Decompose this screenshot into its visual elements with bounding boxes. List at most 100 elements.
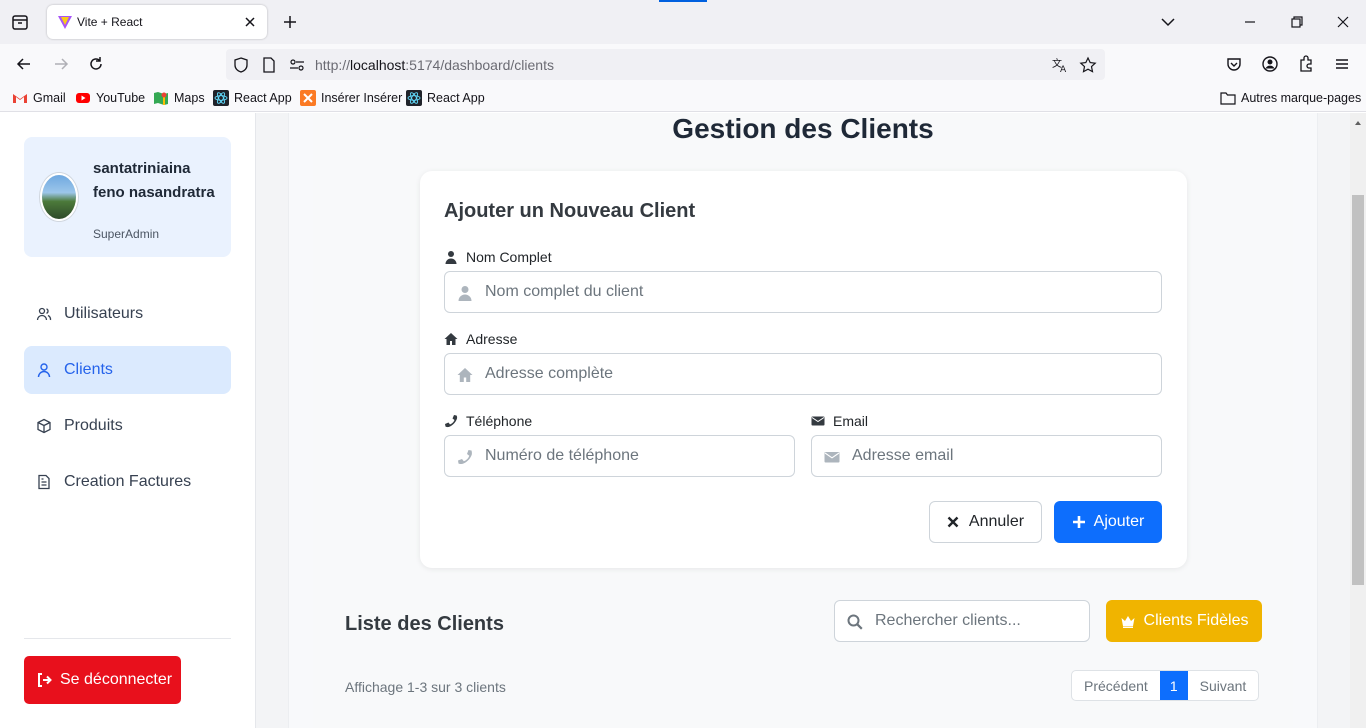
sidebar-item-clients[interactable]: Clients: [24, 346, 231, 394]
bookmark-star-icon[interactable]: [1079, 56, 1097, 74]
page-title: Gestion des Clients: [672, 113, 934, 144]
close-window-icon[interactable]: [1333, 12, 1353, 32]
close-tab-icon[interactable]: [241, 13, 259, 31]
react-icon: [213, 90, 229, 106]
package-icon: [37, 418, 51, 434]
maps-icon: [154, 92, 168, 105]
browser-tab[interactable]: Vite + React: [47, 5, 267, 39]
envelope-icon: [811, 416, 825, 426]
sidebar-item-label: Produits: [64, 417, 123, 434]
minimize-icon[interactable]: [1240, 12, 1260, 32]
new-tab-icon[interactable]: [280, 12, 300, 32]
tab-accent-line: [659, 0, 707, 2]
client-search-field[interactable]: [834, 600, 1090, 642]
scrollbar-thumb[interactable]: [1352, 195, 1364, 585]
account-icon[interactable]: [1260, 54, 1280, 74]
plus-icon: [1072, 516, 1085, 528]
bookmark-react-app[interactable]: React App: [213, 90, 292, 106]
sidebar-divider: [24, 638, 231, 639]
tab-title: Vite + React: [77, 15, 143, 29]
pagination-summary: Affichage 1-3 sur 3 clients: [345, 679, 506, 695]
page-icon[interactable]: [260, 56, 278, 74]
browser-nav-bar: http://localhost:5174/dashboard/clients …: [0, 44, 1366, 84]
url-bar[interactable]: http://localhost:5174/dashboard/clients …: [226, 49, 1105, 80]
page-scrollbar[interactable]: [1350, 113, 1366, 728]
sidebar-item-label: Clients: [64, 361, 113, 378]
user-icon: [445, 251, 457, 264]
add-client-form-card: Ajouter un Nouveau Client Nom Complet Ad…: [420, 171, 1187, 568]
xampp-icon: [300, 90, 316, 106]
app-viewport: santatriniaina feno nasandratra SuperAdm…: [0, 113, 1366, 728]
bookmark-react-app-2[interactable]: React App: [406, 90, 485, 106]
loyal-clients-button[interactable]: Clients Fidèles: [1106, 600, 1262, 642]
shield-icon[interactable]: [232, 56, 250, 74]
back-arrow-icon[interactable]: [14, 54, 34, 74]
content-wrapper: Gestion des Clients Ajouter un Nouveau C…: [288, 113, 1318, 728]
envelope-icon: [824, 452, 840, 463]
browser-tab-bar: Vite + React: [0, 0, 1366, 44]
email-input[interactable]: [852, 436, 1151, 476]
other-bookmarks[interactable]: Autres marque-pages: [1220, 90, 1361, 106]
bookmark-inserer[interactable]: Insérer Insérer: [300, 90, 402, 106]
email-label: Email: [811, 413, 868, 429]
bookmark-youtube[interactable]: YouTube: [75, 90, 145, 106]
url-text[interactable]: http://localhost:5174/dashboard/clients: [315, 57, 554, 73]
sidebar-item-creation-factures[interactable]: Creation Factures: [24, 458, 231, 506]
phone-icon: [458, 450, 472, 465]
bookmarks-bar: Gmail YouTube Maps React App Insérer Ins…: [0, 84, 1366, 112]
search-icon: [847, 614, 863, 630]
home-icon: [444, 333, 458, 345]
bookmark-maps[interactable]: Maps: [153, 90, 205, 106]
user-profile-card: santatriniaina feno nasandratra SuperAdm…: [24, 137, 231, 257]
page-button-1[interactable]: 1: [1159, 671, 1188, 700]
user-role: SuperAdmin: [93, 227, 160, 241]
phone-input[interactable]: [485, 436, 784, 476]
pocket-icon[interactable]: [1224, 54, 1244, 74]
phone-label: Téléphone: [444, 413, 532, 429]
add-client-button[interactable]: Ajouter: [1054, 501, 1162, 543]
name-input[interactable]: [485, 272, 1151, 312]
sidebar-item-label: Utilisateurs: [64, 305, 144, 322]
gmail-icon: [13, 94, 27, 103]
vite-favicon-icon: [58, 16, 72, 29]
extensions-icon[interactable]: [1296, 54, 1316, 74]
cancel-button[interactable]: Annuler: [929, 501, 1042, 543]
svg-text:A: A: [1060, 65, 1067, 74]
folder-icon: [1220, 92, 1236, 105]
users-icon: [36, 307, 52, 321]
prev-page-button[interactable]: Précédent: [1072, 671, 1160, 700]
form-title: Ajouter un Nouveau Client: [444, 200, 696, 222]
sign-out-icon: [38, 673, 52, 687]
scroll-up-icon[interactable]: [1354, 119, 1362, 127]
restore-icon[interactable]: [1287, 12, 1307, 32]
avatar: [40, 173, 78, 221]
address-field[interactable]: [444, 353, 1162, 395]
crown-icon: [1121, 616, 1135, 628]
react-icon: [406, 90, 422, 106]
email-field[interactable]: [811, 435, 1162, 477]
menu-hamburger-icon[interactable]: [1332, 54, 1352, 74]
list-all-tabs-icon[interactable]: [1158, 12, 1178, 32]
pagination: Précédent 1 Suivant: [1071, 670, 1260, 701]
address-input[interactable]: [485, 354, 1151, 394]
name-label: Nom Complet: [444, 249, 552, 265]
translate-icon[interactable]: 文A: [1051, 56, 1069, 74]
tab-list-icon[interactable]: [10, 12, 30, 32]
next-page-button[interactable]: Suivant: [1188, 671, 1259, 700]
logout-button[interactable]: Se déconnecter: [24, 656, 181, 704]
sidebar-item-produits[interactable]: Produits: [24, 402, 231, 450]
forward-arrow-icon[interactable]: [51, 54, 71, 74]
permissions-icon[interactable]: [288, 56, 306, 74]
address-label: Adresse: [444, 331, 517, 347]
close-icon: [947, 516, 959, 528]
user-name: santatriniaina feno nasandratra: [93, 160, 215, 201]
name-field[interactable]: [444, 271, 1162, 313]
sidebar-item-utilisateurs[interactable]: Utilisateurs: [24, 290, 231, 338]
youtube-icon: [76, 93, 90, 103]
phone-field[interactable]: [444, 435, 795, 477]
user-icon: [37, 363, 51, 378]
bookmark-gmail[interactable]: Gmail: [12, 90, 66, 106]
logout-label: Se déconnecter: [60, 671, 173, 688]
client-search-input[interactable]: [875, 601, 1080, 641]
reload-icon[interactable]: [86, 54, 106, 74]
